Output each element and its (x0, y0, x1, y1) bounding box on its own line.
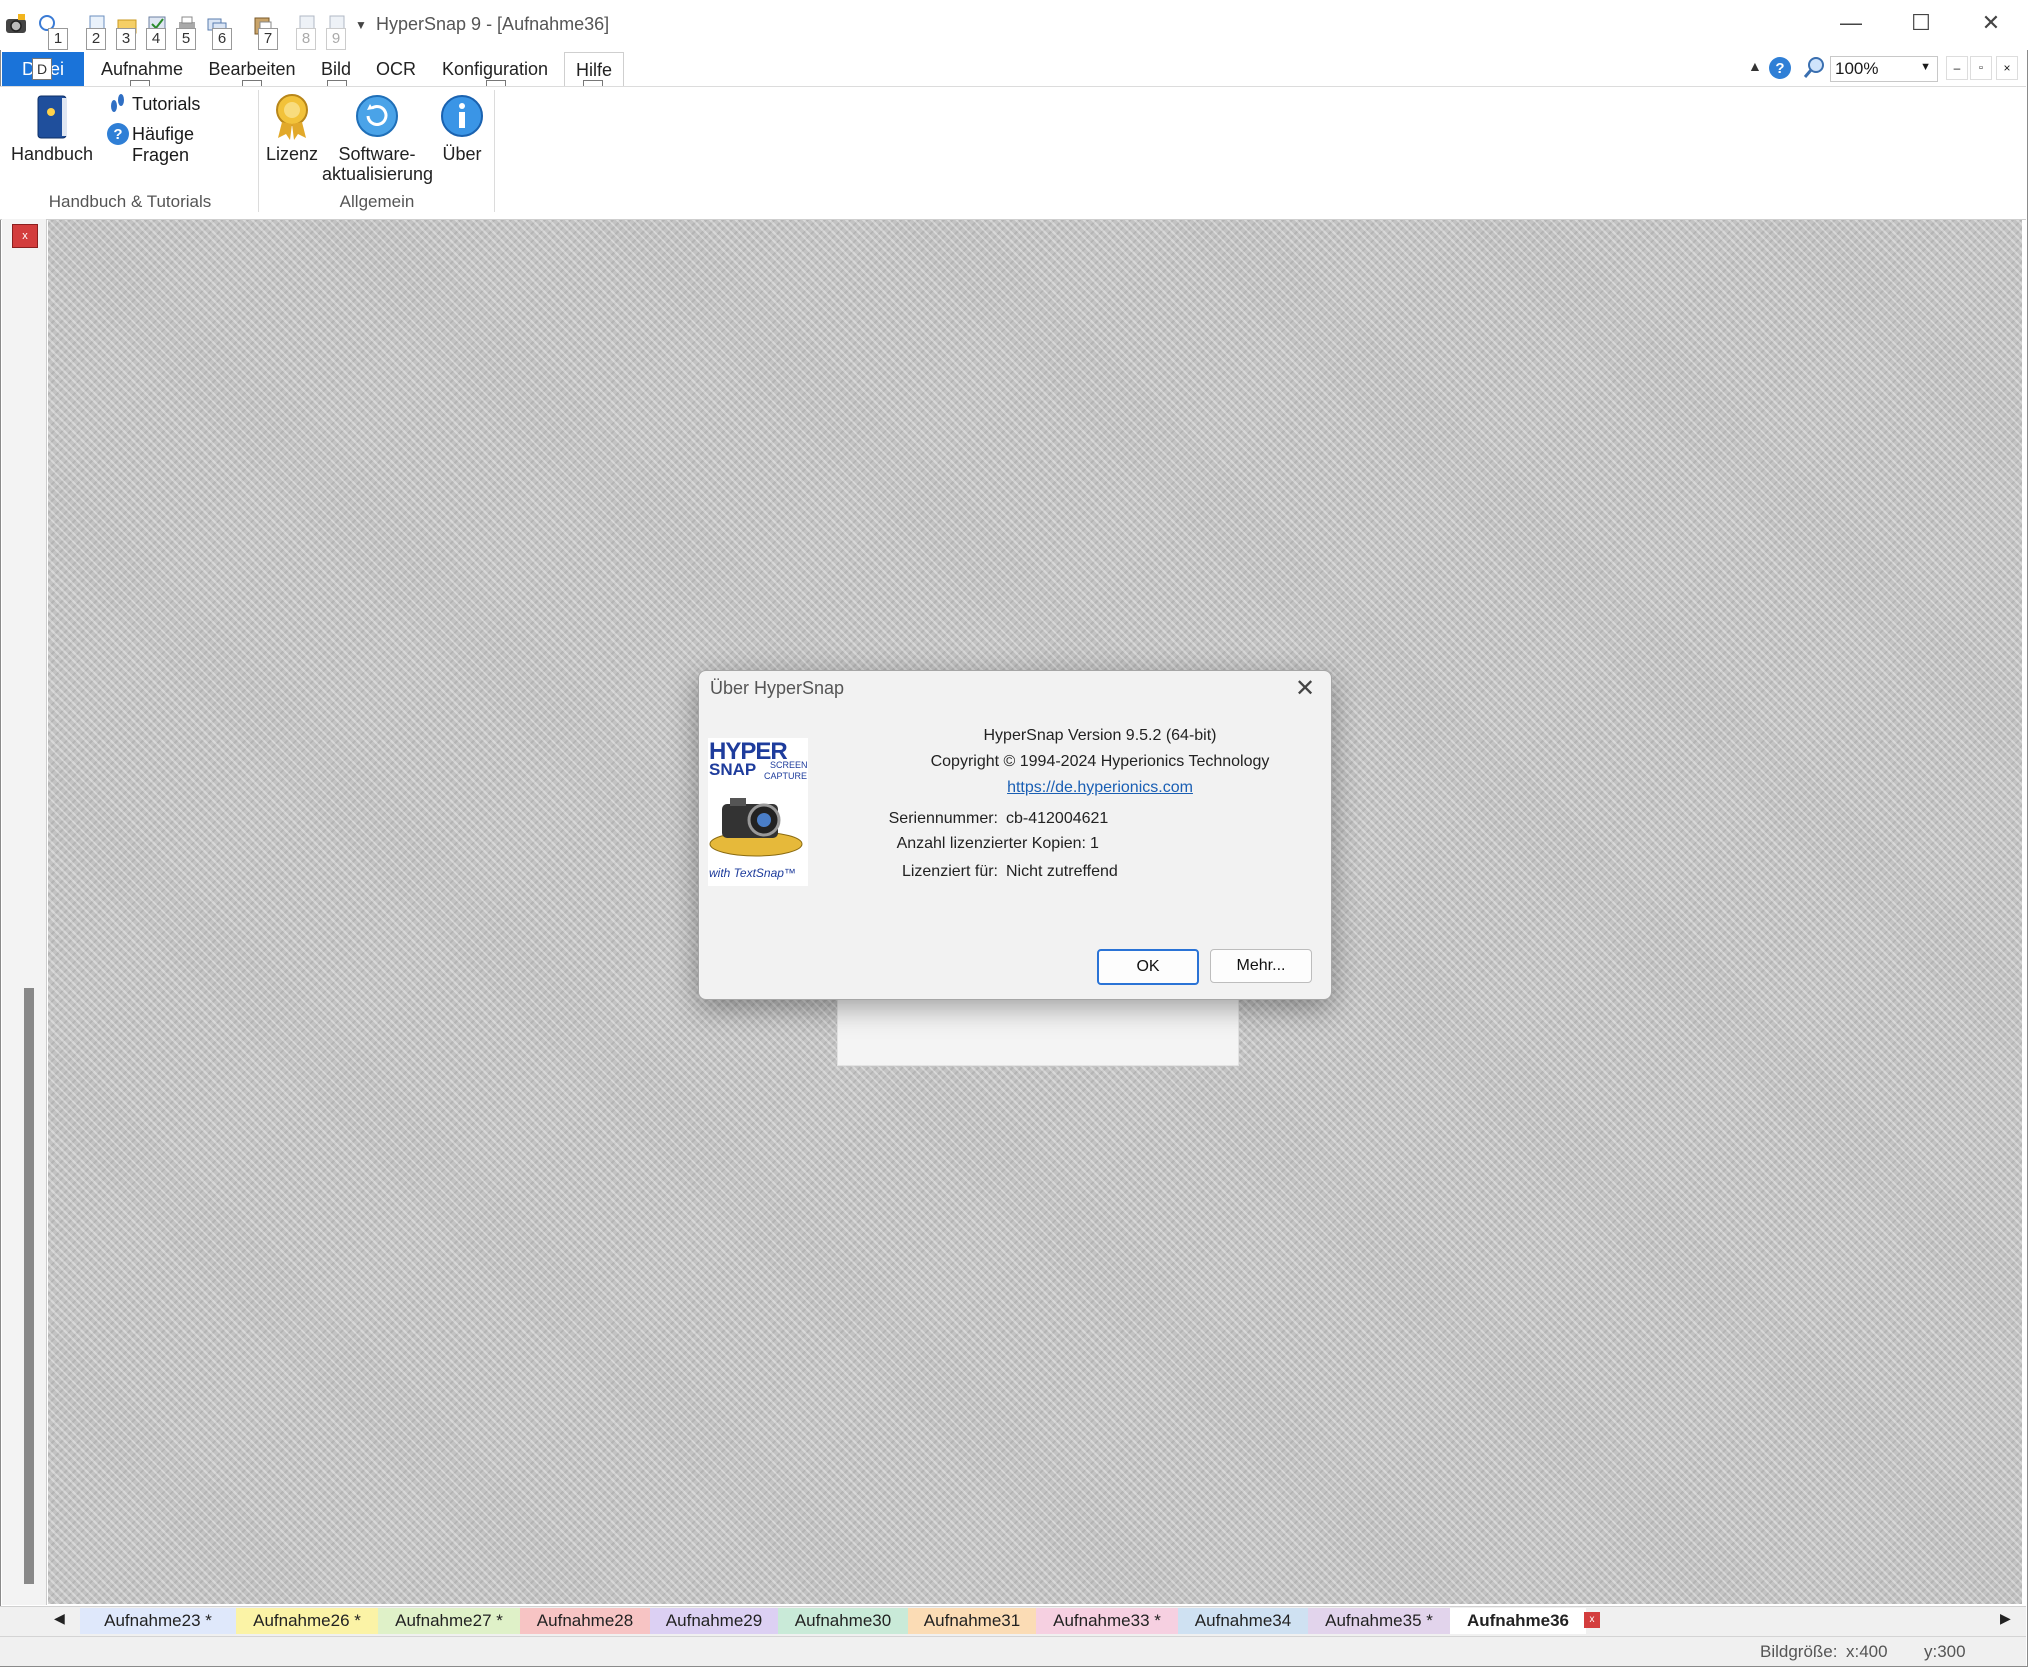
minimize-button[interactable]: ― (1824, 8, 1878, 38)
license-ribbon-icon (272, 92, 312, 147)
doc-tab-aufnahme29[interactable]: Aufnahme29 (650, 1608, 778, 1634)
logo-capture-text: CAPTURE (764, 771, 808, 781)
keytip-1: 1 (48, 28, 68, 50)
customize-qat-icon[interactable]: ▼ (355, 18, 367, 32)
keytip-4: 4 (146, 28, 166, 50)
update-label-line1: Software- (338, 144, 416, 164)
update-button[interactable]: Software- aktualisierung (322, 90, 434, 186)
doc-tab-aufnahme26[interactable]: Aufnahme26 * (236, 1608, 378, 1634)
collapse-ribbon-icon[interactable]: ▲ (1748, 58, 1762, 74)
image-width: x:400 (1846, 1642, 1888, 1661)
doc-tab-aufnahme35[interactable]: Aufnahme35 * (1308, 1608, 1450, 1634)
status-bar (0, 1636, 2026, 1666)
question-icon: ? (106, 122, 130, 151)
licensed-value: Nicht zutreffend (1006, 863, 1118, 880)
lizenz-button[interactable]: Lizenz (262, 90, 322, 168)
keytip-2: 2 (86, 28, 106, 50)
mdi-restore-button[interactable]: ▫ (1970, 56, 1992, 80)
help-icon[interactable]: ? (1768, 56, 1792, 85)
tabs-scroll-right-icon[interactable]: ▶ (2000, 1610, 2011, 1627)
website-link[interactable]: https://de.hyperionics.com (820, 779, 1380, 797)
app-camera-icon[interactable] (4, 12, 28, 36)
mdi-minimize-button[interactable]: – (1946, 56, 1968, 80)
update-label-line2: aktualisierung (322, 164, 434, 184)
window-title: HyperSnap 9 - [Aufnahme36] (376, 14, 610, 34)
zoom-icon[interactable] (1802, 56, 1826, 85)
doc-tab-aufnahme36[interactable]: Aufnahme36 (1450, 1608, 1586, 1634)
group-separator-2 (494, 90, 495, 212)
close-tab-icon[interactable]: x (1584, 1612, 1600, 1628)
refresh-icon (355, 94, 399, 143)
keytip-9: 9 (326, 28, 346, 50)
doc-tab-aufnahme28[interactable]: Aufnahme28 (520, 1608, 650, 1634)
lizenz-label: Lizenz (265, 144, 319, 164)
zoom-select[interactable]: 100% ▼ (1830, 56, 1938, 82)
close-pane-icon[interactable]: x (12, 224, 38, 248)
faq-button[interactable]: ? Häufige Fragen (106, 122, 256, 165)
info-icon (440, 94, 484, 143)
handbuch-label: Handbuch (10, 144, 94, 164)
copyright-text: Copyright © 1994-2024 Hyperionics Techno… (930, 753, 1270, 770)
mdi-close-button[interactable]: × (1996, 56, 2018, 80)
tabs-scroll-left-icon[interactable]: ◀ (54, 1610, 65, 1627)
ueber-label: Über (442, 144, 482, 164)
copies-value: 1 (1090, 835, 1099, 852)
camera-logo-icon (708, 782, 808, 865)
image-height: y:300 (1924, 1642, 1966, 1661)
copies-label: Anzahl lizenzierter Kopien: (896, 835, 1086, 852)
group-label-handbuch: Handbuch & Tutorials (48, 192, 212, 211)
serial-label: Seriennummer: (888, 810, 998, 827)
serial-value: cb-412004621 (1006, 810, 1109, 827)
handbuch-button[interactable]: Handbuch (8, 90, 96, 168)
version-text: HyperSnap Version 9.5.2 (64-bit) (983, 727, 1217, 744)
tutorials-button[interactable]: Tutorials (106, 92, 256, 118)
logo-screen-text: SCREEN (770, 760, 808, 770)
doc-tab-aufnahme23[interactable]: Aufnahme23 * (80, 1608, 236, 1634)
keytip-5: 5 (176, 28, 196, 50)
doc-tab-aufnahme33[interactable]: Aufnahme33 * (1036, 1608, 1178, 1634)
chevron-down-icon: ▼ (1920, 61, 1931, 73)
group-label-allgemein: Allgemein (339, 192, 415, 211)
more-button[interactable]: Mehr... (1210, 949, 1312, 983)
ok-button[interactable]: OK (1097, 949, 1199, 985)
ueber-button[interactable]: Über (434, 90, 490, 168)
keytip-3: 3 (116, 28, 136, 50)
doc-tab-aufnahme30[interactable]: Aufnahme30 (778, 1608, 908, 1634)
logo-snap-text: SNAP (709, 760, 757, 779)
zoom-value: 100% (1835, 59, 1879, 78)
maximize-button[interactable]: ☐ (1894, 8, 1948, 38)
keytip-7: 7 (258, 28, 278, 50)
pane-scrollbar[interactable] (24, 988, 34, 1584)
image-size-label: Bildgröße: (1760, 1642, 1838, 1661)
svg-text:?: ? (1775, 60, 1784, 77)
footprints-icon (108, 92, 128, 119)
group-separator (258, 90, 259, 212)
keytip-datei: D (32, 58, 52, 80)
dialog-title: Über HyperSnap (710, 678, 845, 698)
svg-text:?: ? (113, 126, 122, 143)
licensed-label: Lizenziert für: (901, 863, 998, 880)
book-icon (32, 92, 72, 147)
tab-ocr[interactable]: OCR (370, 52, 422, 86)
keytip-8: 8 (296, 28, 316, 50)
keytip-6: 6 (212, 28, 232, 50)
doc-tab-aufnahme27[interactable]: Aufnahme27 * (378, 1608, 520, 1634)
captured-image (837, 996, 1239, 1066)
dialog-close-button[interactable]: ✕ (1292, 676, 1318, 702)
doc-tab-aufnahme34[interactable]: Aufnahme34 (1178, 1608, 1308, 1634)
logo-textsnap-text: with TextSnap™ (709, 866, 796, 880)
doc-tab-aufnahme31[interactable]: Aufnahme31 (908, 1608, 1036, 1634)
tutorials-label: Tutorials (132, 94, 201, 114)
hypersnap-logo: HYPER SNAP SCREEN CAPTURE with TextSnap™ (708, 738, 808, 886)
close-button[interactable]: ✕ (1964, 8, 2018, 38)
faq-label: Häufige Fragen (132, 124, 195, 165)
